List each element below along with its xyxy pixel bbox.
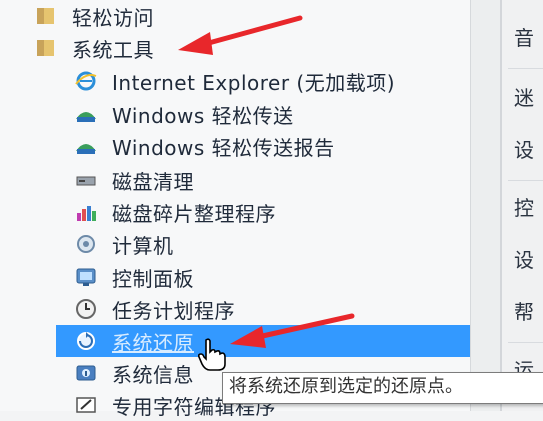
menu-item-label: Windows 轻松传送报告 — [112, 135, 335, 160]
easy-transfer-report-icon — [74, 135, 98, 157]
right-pane-divider — [508, 342, 543, 343]
folder-icon — [34, 37, 58, 59]
system-info-icon — [74, 362, 98, 384]
folder-item-label: 轻松访问 — [72, 5, 154, 30]
menu-item-label: 系统还原 — [112, 330, 194, 355]
right-pane-item[interactable]: 音 — [514, 22, 534, 51]
menu-item-internet-explorer[interactable]: Internet Explorer (无加载项) — [74, 65, 395, 97]
menu-item-easy-transfer-report[interactable]: Windows 轻松传送报告 — [74, 130, 335, 162]
right-pane-item[interactable]: 设 — [514, 244, 534, 273]
right-pane-item[interactable]: 帮 — [514, 296, 534, 325]
defragmenter-icon — [74, 201, 98, 223]
menu-item-system-info[interactable]: 系统信息 — [74, 357, 194, 389]
menu-item-label: Internet Explorer (无加载项) — [112, 70, 396, 95]
disk-cleanup-icon — [74, 169, 98, 191]
right-pane-divider — [508, 68, 543, 69]
right-pane-item[interactable]: 控 — [514, 192, 534, 221]
folder-icon — [34, 5, 58, 27]
start-menu-right-pane: 音 迷 设 控 设 帮 运 — [500, 0, 543, 411]
menu-item-control-panel[interactable]: 控制面板 — [74, 261, 194, 293]
menu-item-label: 磁盘清理 — [112, 169, 194, 194]
easy-transfer-icon — [74, 103, 98, 125]
right-pane-divider — [508, 180, 543, 181]
system-restore-tooltip: 将系统还原到选定的还原点。 — [222, 372, 543, 404]
menu-item-label: 磁盘碎片整理程序 — [112, 201, 276, 226]
control-panel-icon — [74, 266, 98, 288]
right-pane-item[interactable]: 设 — [514, 134, 534, 163]
menu-item-label: 任务计划程序 — [112, 298, 235, 323]
menu-item-label: Windows 轻松传送 — [112, 103, 294, 128]
menu-item-label: 系统信息 — [112, 362, 194, 387]
menu-item-label: 计算机 — [112, 233, 174, 258]
right-pane-item[interactable]: 迷 — [514, 82, 534, 111]
start-menu-programs-list: 轻松访问 系统工具 Internet Explorer (无加载项) Windo… — [0, 0, 500, 419]
char-editor-icon — [74, 394, 98, 416]
folder-item-system-tools[interactable]: 系统工具 — [34, 32, 154, 64]
menu-item-disk-cleanup[interactable]: 磁盘清理 — [74, 164, 194, 196]
task-scheduler-icon — [74, 298, 98, 320]
menu-item-defragmenter[interactable]: 磁盘碎片整理程序 — [74, 196, 276, 228]
folder-item-accessibility[interactable]: 轻松访问 — [34, 0, 154, 32]
menu-scrollbar[interactable] — [470, 0, 501, 411]
system-restore-icon — [74, 330, 98, 352]
menu-item-label: 控制面板 — [112, 266, 194, 291]
menu-item-task-scheduler[interactable]: 任务计划程序 — [74, 293, 235, 325]
menu-item-easy-transfer[interactable]: Windows 轻松传送 — [74, 98, 294, 130]
internet-explorer-icon — [74, 70, 98, 92]
computer-icon — [74, 233, 98, 255]
menu-item-computer[interactable]: 计算机 — [74, 228, 174, 260]
menu-item-system-restore[interactable]: 系统还原 — [74, 325, 194, 357]
folder-item-label: 系统工具 — [72, 37, 154, 62]
